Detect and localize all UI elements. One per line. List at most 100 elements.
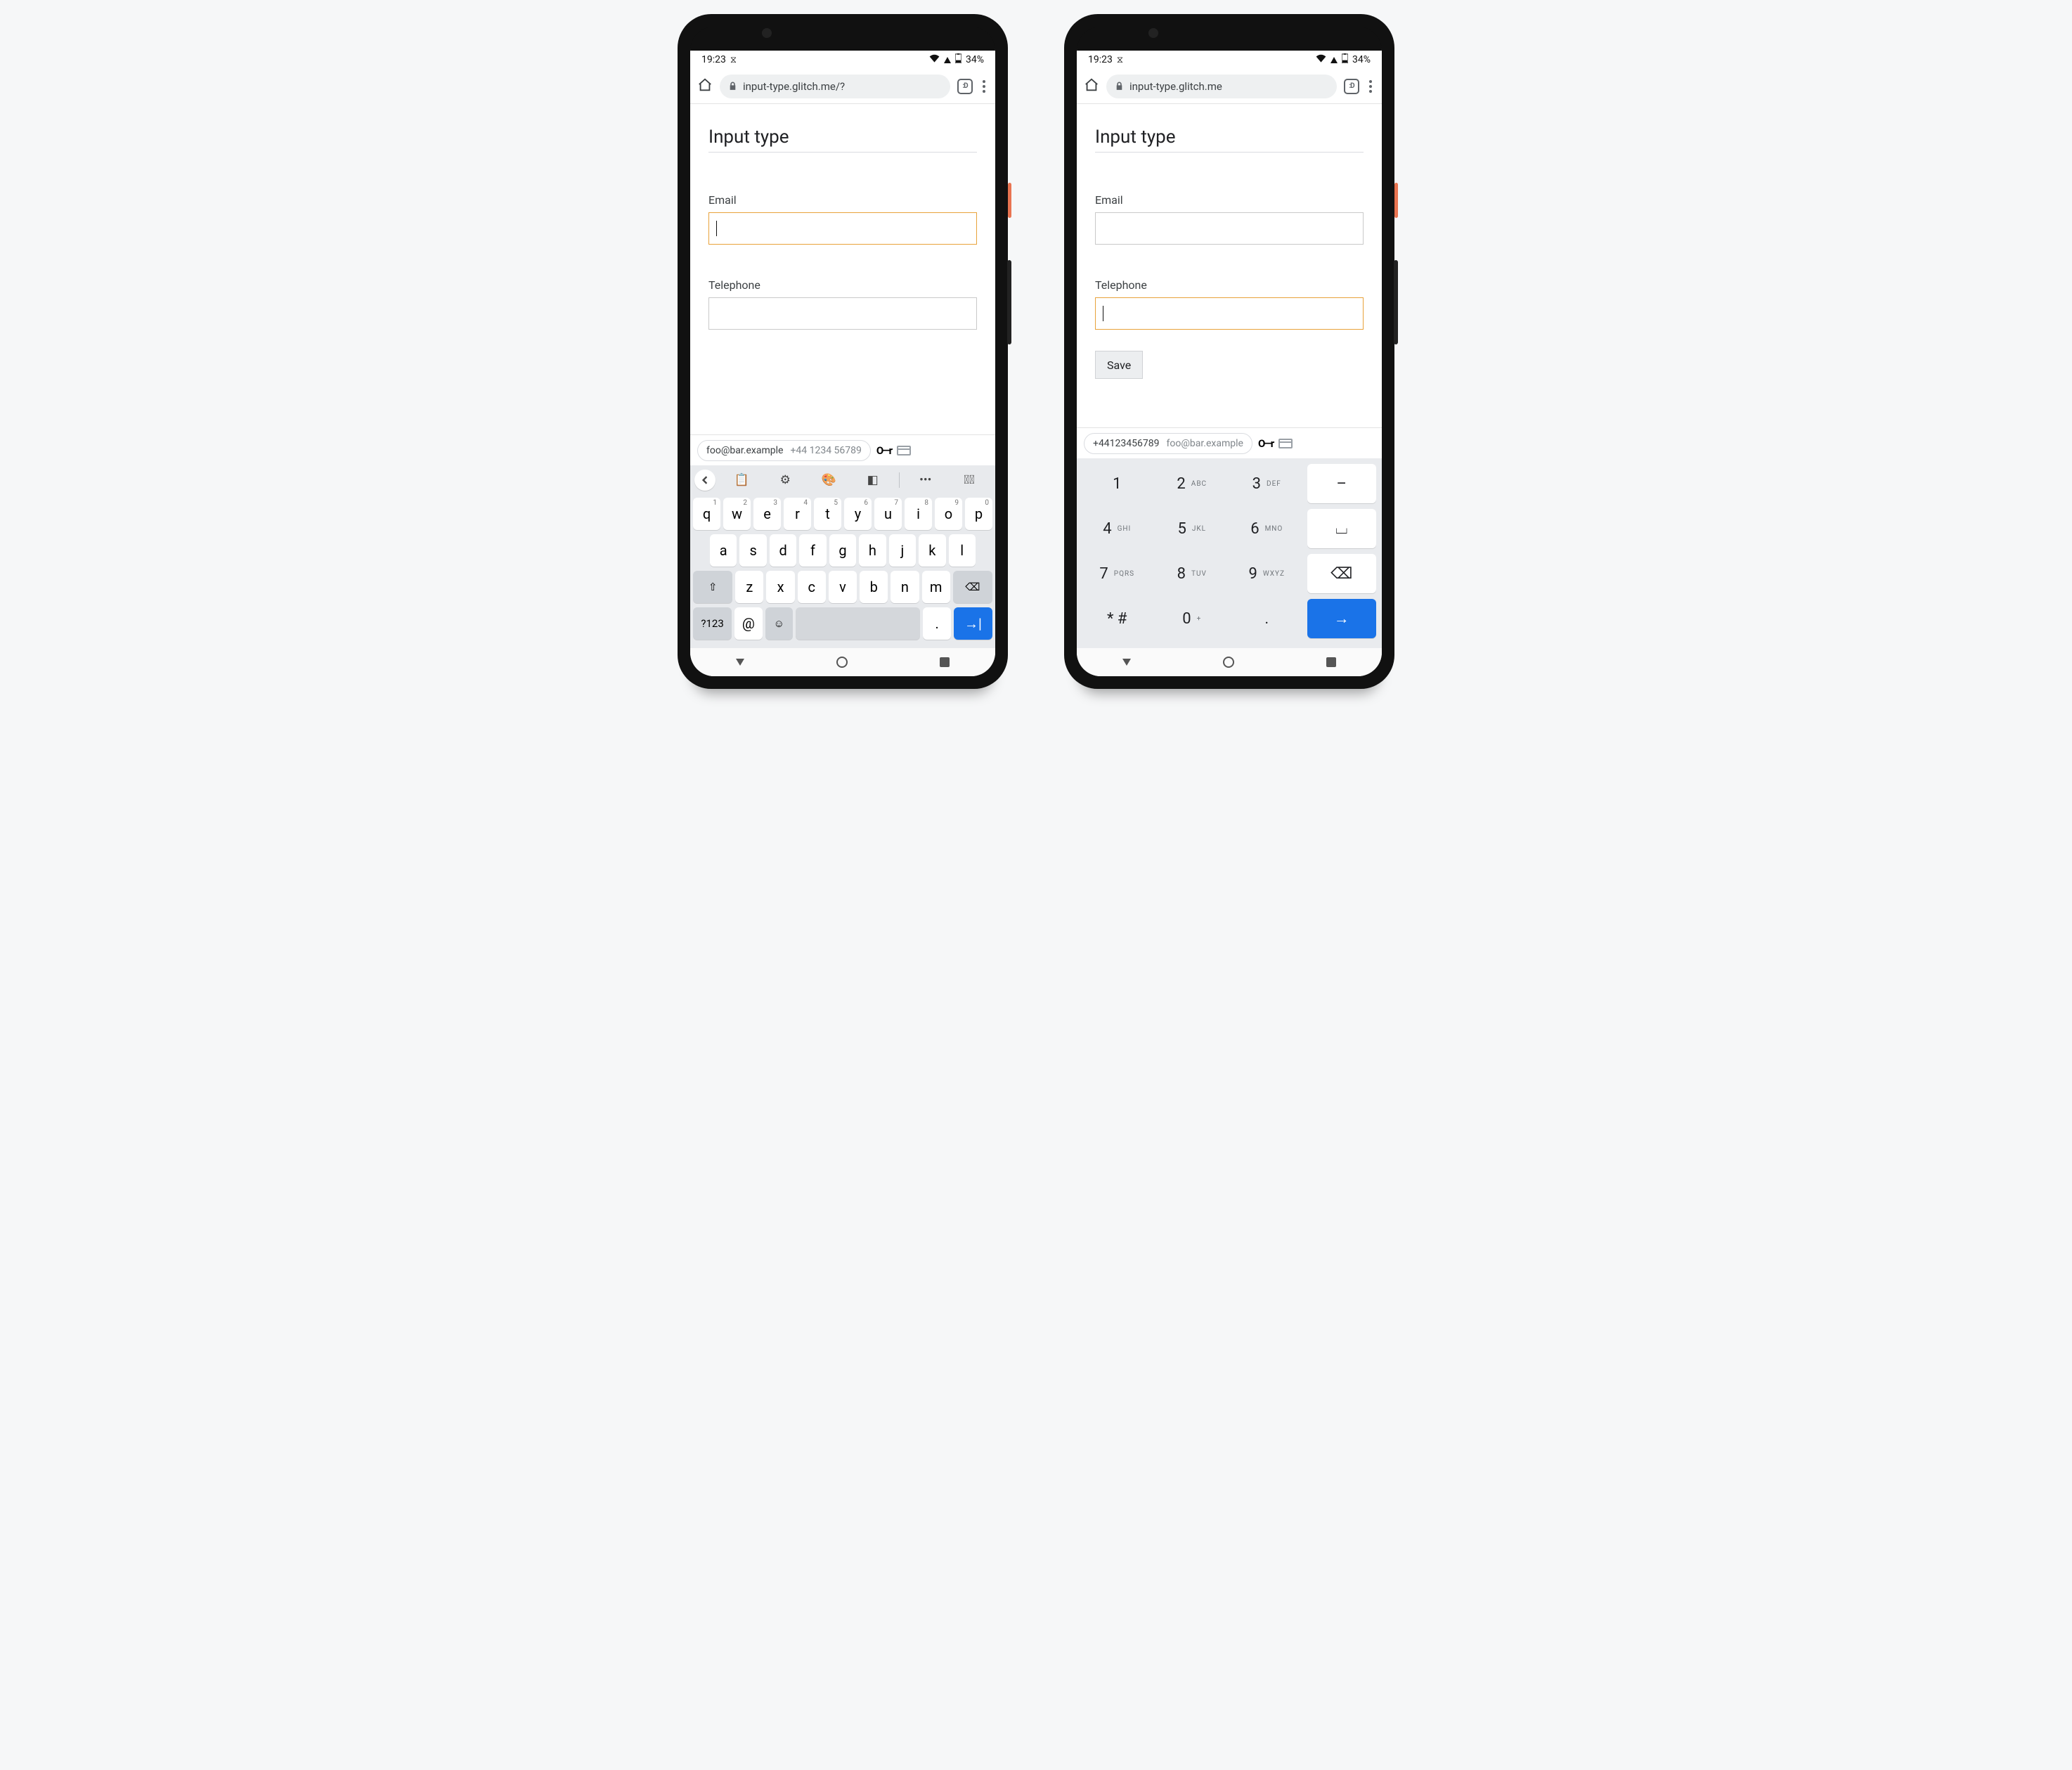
key-b[interactable]: b [860, 571, 888, 603]
key-g[interactable]: g [829, 534, 856, 567]
key-s[interactable]: s [739, 534, 766, 567]
page-title: Input type [1095, 127, 1364, 153]
autofill-suggestion[interactable]: foo@bar.example +44 1234 56789 [697, 440, 871, 461]
key-?123[interactable]: ?123 [693, 607, 732, 640]
nav-back-icon[interactable] [736, 659, 744, 666]
email-field: Email [1095, 193, 1364, 245]
payment-card-icon[interactable] [1278, 439, 1293, 448]
mic-off-icon[interactable]: 🎤⃠ [947, 473, 991, 487]
key-v[interactable]: v [829, 571, 857, 603]
email-input[interactable] [708, 212, 977, 245]
nav-home-icon[interactable] [1223, 657, 1234, 668]
key-7[interactable]: 7PQRS [1082, 554, 1152, 593]
omnibox[interactable]: input-type.glitch.me/? [720, 75, 950, 98]
key-* #[interactable]: * # [1082, 599, 1152, 638]
more-icon[interactable]: ••• [904, 473, 947, 487]
home-icon[interactable] [1084, 77, 1099, 96]
key-t[interactable]: t5 [814, 498, 841, 530]
gear-icon[interactable]: ⚙ [763, 473, 807, 487]
key-5[interactable]: 5JKL [1158, 509, 1227, 548]
password-key-icon[interactable]: O⁠—⁠r [876, 444, 891, 457]
key-p[interactable]: p0 [965, 498, 992, 530]
email-field: Email [708, 193, 977, 245]
key-@[interactable]: @ [734, 607, 762, 640]
menu-icon[interactable] [1366, 80, 1375, 93]
nav-recent-icon[interactable] [940, 657, 950, 667]
nav-home-icon[interactable] [836, 657, 848, 668]
collapse-icon[interactable] [694, 470, 716, 491]
key-a[interactable]: a [710, 534, 737, 567]
menu-icon[interactable] [980, 80, 988, 93]
key-0[interactable]: 0+ [1158, 599, 1227, 638]
key-⌫[interactable]: ⌫ [1307, 554, 1377, 593]
lock-icon [1115, 82, 1124, 91]
key-k[interactable]: k [919, 534, 945, 567]
nav-back-icon[interactable] [1122, 659, 1131, 666]
key-h[interactable]: h [859, 534, 886, 567]
key-.[interactable]: . [1232, 599, 1302, 638]
key-1[interactable]: 1 [1082, 464, 1152, 503]
key-⌫[interactable]: ⌫ [953, 571, 992, 603]
key-–[interactable]: – [1307, 464, 1377, 503]
lock-icon [728, 82, 737, 91]
url-text: input-type.glitch.me/? [743, 80, 845, 93]
key-e[interactable]: e3 [753, 498, 781, 530]
payment-card-icon[interactable] [897, 446, 911, 456]
nav-recent-icon[interactable] [1326, 657, 1336, 667]
key-m[interactable]: m [922, 571, 950, 603]
key-.[interactable]: . [923, 607, 950, 640]
autofill-suggestion[interactable]: +44123456789 foo@bar.example [1084, 433, 1252, 454]
key-i[interactable]: i8 [905, 498, 932, 530]
key-c[interactable]: c [798, 571, 826, 603]
palette-icon[interactable]: 🎨 [807, 473, 850, 487]
key-q[interactable]: q1 [693, 498, 720, 530]
key-f[interactable]: f [799, 534, 826, 567]
power-button[interactable] [1394, 183, 1398, 218]
tab-switcher[interactable]: :D [1344, 79, 1359, 94]
key-☺[interactable]: ☺ [765, 607, 793, 640]
key-x[interactable]: x [766, 571, 794, 603]
android-nav-bar [1077, 648, 1382, 676]
key-n[interactable]: n [891, 571, 919, 603]
key-4[interactable]: 4GHI [1082, 509, 1152, 548]
browser-toolbar: input-type.glitch.me/? :D [690, 69, 995, 104]
volume-button[interactable] [1394, 260, 1398, 344]
key-6[interactable]: 6MNO [1232, 509, 1302, 548]
email-input[interactable] [1095, 212, 1364, 245]
sticker-icon[interactable]: ◧ [851, 473, 895, 487]
key-⌴[interactable]: ⌴ [1307, 509, 1377, 548]
wifi-icon [1316, 54, 1326, 65]
phone-right: 19:23 ⧖ 34% input-type.glitch.me [1064, 14, 1394, 689]
key-u[interactable]: u7 [874, 498, 902, 530]
key-z[interactable]: z [735, 571, 763, 603]
key-j[interactable]: j [889, 534, 916, 567]
volume-button[interactable] [1007, 260, 1011, 344]
telephone-input[interactable] [708, 297, 977, 330]
save-button[interactable]: Save [1095, 351, 1143, 379]
key-8[interactable]: 8TUV [1158, 554, 1227, 593]
telephone-input[interactable] [1095, 297, 1364, 330]
omnibox[interactable]: input-type.glitch.me [1106, 75, 1337, 98]
key-w[interactable]: w2 [723, 498, 751, 530]
battery-icon [1342, 53, 1348, 66]
key-2[interactable]: 2ABC [1158, 464, 1227, 503]
key-d[interactable]: d [770, 534, 796, 567]
email-label: Email [1095, 193, 1123, 207]
key-→[interactable]: → [1307, 599, 1377, 638]
key-⇧[interactable]: ⇧ [693, 571, 732, 603]
key-3[interactable]: 3DEF [1232, 464, 1302, 503]
password-key-icon[interactable]: O⁠—⁠r [1258, 437, 1273, 450]
key-r[interactable]: r4 [784, 498, 811, 530]
home-icon[interactable] [697, 77, 713, 96]
key-l[interactable]: l [949, 534, 976, 567]
key-o[interactable]: o9 [935, 498, 962, 530]
power-button[interactable] [1008, 183, 1011, 218]
key-enter[interactable]: →| [954, 607, 992, 640]
key-space[interactable] [796, 607, 920, 640]
battery-percent: 34% [1352, 54, 1371, 65]
tab-switcher[interactable]: :D [957, 79, 973, 94]
signal-icon [1330, 57, 1338, 63]
clipboard-icon[interactable]: 📋 [720, 473, 763, 487]
key-y[interactable]: y6 [844, 498, 872, 530]
key-9[interactable]: 9WXYZ [1232, 554, 1302, 593]
